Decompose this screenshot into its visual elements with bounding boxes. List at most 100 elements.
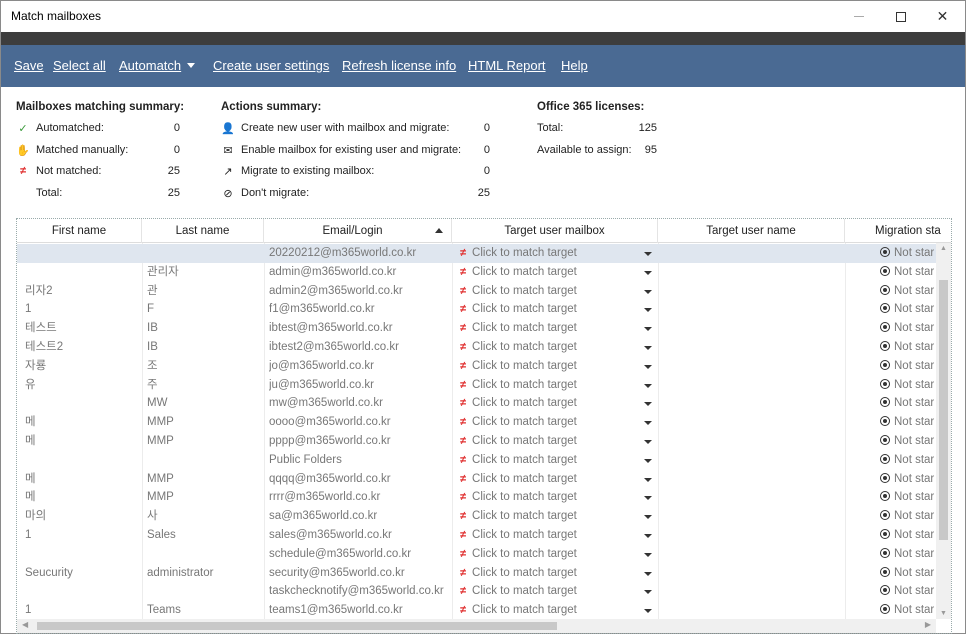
- menu-create-user-settings[interactable]: Create user settings: [213, 58, 329, 73]
- target-mailbox-dropdown[interactable]: ≠ Click to match target: [460, 601, 652, 620]
- target-mailbox-dropdown[interactable]: ≠ Click to match target: [460, 357, 652, 376]
- table-row[interactable]: 리자2 관 admin2@m365world.co.kr ≠ Click to matc…: [17, 282, 937, 301]
- table-row[interactable]: 메 MMP pppp@m365world.co.kr ≠ Click to match …: [17, 432, 937, 451]
- cell-last-name: 주: [147, 378, 158, 391]
- target-mailbox-dropdown[interactable]: ≠ Click to match target: [460, 263, 652, 282]
- target-mailbox-dropdown[interactable]: ≠ Click to match target: [460, 394, 652, 413]
- migration-status-text: Not star: [894, 397, 935, 410]
- cell-email: sa@m365world.co.kr: [269, 510, 378, 523]
- table-row[interactable]: Seucurity administrator security@m365world…: [17, 564, 937, 583]
- cell-first-name: [25, 394, 137, 413]
- cell-migration-status: Not star: [880, 545, 936, 564]
- table-row[interactable]: 메 MMP rrrr@m365world.co.kr ≠ Click to match …: [17, 488, 937, 507]
- migration-status-text: Not star: [894, 341, 935, 353]
- column-header-migration-status[interactable]: Migration sta: [845, 219, 951, 243]
- table-row[interactable]: taskchecknotify@m365world.co.kr ≠ Click to…: [17, 582, 937, 601]
- table-row[interactable]: Public Folders ≠ Click to match target Not …: [17, 451, 937, 470]
- cell-first-name: 1: [25, 604, 32, 617]
- matched-manually-label: Matched manually:: [36, 143, 129, 156]
- cell-target-user: [663, 432, 841, 451]
- target-mailbox-dropdown[interactable]: ≠ Click to match target: [460, 526, 652, 545]
- table-row[interactable]: 테스트 IB ibtest@m365world.co.kr ≠ Click to mat…: [17, 319, 937, 338]
- target-mailbox-dropdown[interactable]: ≠ Click to match target: [460, 300, 652, 319]
- column-header-target-user[interactable]: Target user name: [658, 219, 845, 243]
- target-mailbox-dropdown[interactable]: ≠ Click to match target: [460, 488, 652, 507]
- target-mailbox-dropdown[interactable]: ≠ Click to match target: [460, 338, 652, 357]
- cell-email: schedule@m365world.co.kr: [269, 547, 412, 560]
- column-header-target-mailbox[interactable]: Target user mailbox: [452, 219, 658, 243]
- action-dont-migrate: ⊘ Don't migrate: 25: [221, 187, 496, 209]
- not-equal-icon: ≠: [460, 416, 467, 429]
- table-row[interactable]: 1 Teams teams1@m365world.co.kr ≠ Click to ma…: [17, 601, 937, 620]
- cell-email: 20220212@m365world.co.kr: [269, 247, 417, 259]
- not-equal-icon: ≠: [460, 453, 467, 466]
- table-row[interactable]: schedule@m365world.co.kr ≠ Click to match …: [17, 545, 937, 564]
- menu-help[interactable]: Help: [561, 58, 588, 73]
- vertical-scrollbar[interactable]: ▲ ▼: [936, 243, 951, 619]
- target-mailbox-dropdown[interactable]: ≠ Click to match target: [460, 376, 652, 395]
- column-header-email[interactable]: Email/Login: [264, 219, 452, 243]
- scroll-right-icon[interactable]: ▶: [925, 620, 931, 629]
- column-header-last-name[interactable]: Last name: [142, 219, 264, 243]
- maximize-button[interactable]: [878, 1, 923, 32]
- cell-last-name: MMP: [147, 435, 174, 447]
- vertical-scroll-thumb[interactable]: [939, 280, 948, 540]
- matching-summary-title: Mailboxes matching summary:: [16, 101, 185, 113]
- cell-email: admin2@m365world.co.kr: [269, 284, 403, 297]
- not-equal-icon: ≠: [460, 435, 467, 447]
- target-mailbox-dropdown[interactable]: ≠ Click to match target: [460, 244, 652, 263]
- target-mailbox-dropdown[interactable]: ≠ Click to match target: [460, 545, 652, 564]
- migration-status-text: Not star: [894, 265, 935, 278]
- cell-email: f1@m365world.co.kr: [269, 303, 375, 316]
- menu-refresh-license-info[interactable]: Refresh license info: [342, 58, 456, 73]
- maximize-icon: [895, 11, 906, 22]
- scroll-left-icon[interactable]: ◀: [22, 620, 28, 629]
- table-row[interactable]: 메 MMP qqqq@m365world.co.kr ≠ Click to match …: [17, 470, 937, 489]
- column-header-first-name[interactable]: First name: [17, 219, 142, 243]
- target-mailbox-dropdown[interactable]: ≠ Click to match target: [460, 507, 652, 526]
- menu-select-all[interactable]: Select all: [53, 58, 106, 73]
- table-row[interactable]: 1 Sales sales@m365world.co.kr ≠ Click to mat…: [17, 526, 937, 545]
- minimize-button[interactable]: [836, 1, 881, 32]
- close-button[interactable]: ✕: [920, 1, 965, 32]
- not-equal-icon: ≠: [460, 397, 467, 410]
- target-mailbox-dropdown[interactable]: ≠ Click to match target: [460, 470, 652, 489]
- scroll-up-icon[interactable]: ▲: [940, 245, 947, 252]
- target-mailbox-dropdown[interactable]: ≠ Click to match target: [460, 413, 652, 432]
- cell-last-name: MW: [147, 397, 168, 410]
- not-equal-icon: ≠: [460, 284, 467, 297]
- table-row[interactable]: 테스트2 IB ibtest2@m365world.co.kr ≠ Click to m…: [17, 338, 937, 357]
- cell-first-name: 자룡: [25, 359, 47, 372]
- table-row[interactable]: 1 Ff1@m365world.co.kr ≠ Click to match targ…: [17, 300, 937, 319]
- table-row[interactable]: 유 주 ju@m365world.co.kr ≠ Click to match targ…: [17, 376, 937, 395]
- target-mailbox-dropdown[interactable]: ≠ Click to match target: [460, 582, 652, 601]
- not-equal-icon: ≠: [460, 510, 467, 523]
- target-mailbox-dropdown[interactable]: ≠ Click to match target: [460, 319, 652, 338]
- table-row[interactable]: MW mw@m365world.co.kr ≠ Click to match targ…: [17, 394, 937, 413]
- target-mailbox-dropdown[interactable]: ≠ Click to match target: [460, 282, 652, 301]
- chevron-down-icon: [644, 534, 652, 538]
- header-strip: [1, 32, 965, 45]
- table-row[interactable]: 관리자 admin@m365world.co.kr ≠ Click to match …: [17, 263, 937, 282]
- cell-email: Public Folders: [269, 453, 342, 466]
- target-mailbox-dropdown[interactable]: ≠ Click to match target: [460, 432, 652, 451]
- table-row[interactable]: 자룡 조 jo@m365world.co.kr ≠ Click to match tar…: [17, 357, 937, 376]
- chevron-down-icon: [644, 421, 652, 426]
- cell-target-user: [663, 451, 841, 470]
- cell-migration-status: Not star: [880, 582, 936, 601]
- target-mailbox-dropdown[interactable]: ≠ Click to match target: [460, 564, 652, 583]
- not-equal-icon: ≠: [460, 491, 467, 504]
- table-row[interactable]: 메 MMP oooo@m365world.co.kr ≠ Click to match …: [17, 413, 937, 432]
- scroll-down-icon[interactable]: ▼: [940, 610, 947, 617]
- menu-automatch[interactable]: Automatch: [119, 58, 196, 73]
- chevron-down-icon: [644, 289, 652, 294]
- target-mailbox-placeholder: Click to match target: [472, 397, 577, 410]
- table-row[interactable]: 20220212@m365world.co.kr ≠ Click to match …: [17, 244, 937, 263]
- horizontal-scroll-thumb[interactable]: [37, 622, 557, 630]
- menu-save[interactable]: Save: [14, 58, 44, 73]
- target-mailbox-dropdown[interactable]: ≠ Click to match target: [460, 451, 652, 470]
- table-row[interactable]: 마의 사 sa@m365world.co.kr ≠ Click to match tar…: [17, 507, 937, 526]
- menu-html-report[interactable]: HTML Report: [468, 58, 546, 73]
- horizontal-scrollbar[interactable]: ◀ ▶: [17, 619, 936, 633]
- cell-last-name: 사: [147, 510, 158, 523]
